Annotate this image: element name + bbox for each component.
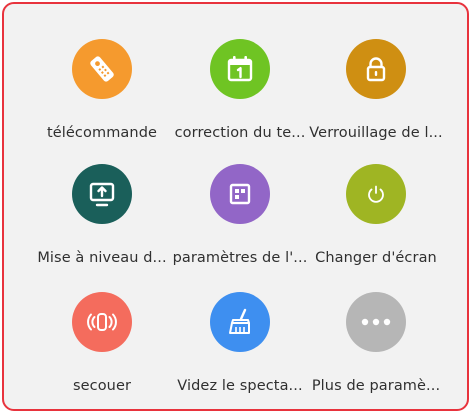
tile-changer-ecran[interactable]: Changer d'écran — [306, 164, 446, 266]
tile-label: Plus de paramè... — [311, 378, 441, 394]
tile-parametres[interactable]: paramètres de l'... — [170, 164, 310, 266]
shake-icon — [72, 292, 132, 352]
tile-label: correction du te... — [174, 125, 306, 141]
tile-mise-a-niveau[interactable]: Mise à niveau d... — [32, 164, 172, 266]
tile-secouer[interactable]: secouer — [32, 292, 172, 394]
power-icon — [346, 164, 406, 224]
tile-verrouillage[interactable]: Verrouillage de l... — [306, 39, 446, 141]
tile-label: secouer — [72, 378, 132, 394]
quick-settings-panel: télécommande correction du te... Verroui… — [2, 2, 469, 411]
broom-icon — [210, 292, 270, 352]
tile-label: paramètres de l'... — [172, 250, 308, 266]
upgrade-icon — [72, 164, 132, 224]
remote-control-icon — [72, 39, 132, 99]
calendar-icon — [210, 39, 270, 99]
tile-plus-de-parametres[interactable]: Plus de paramè... — [306, 292, 446, 394]
layout-grid-icon — [210, 164, 270, 224]
tile-label: télécommande — [46, 125, 158, 141]
tile-label: Mise à niveau d... — [37, 250, 167, 266]
quick-settings-grid: télécommande correction du te... Verroui… — [4, 4, 467, 409]
more-icon — [346, 292, 406, 352]
tile-label: Videz le specta... — [177, 378, 303, 394]
tile-videz[interactable]: Videz le specta... — [170, 292, 310, 394]
lock-icon — [346, 39, 406, 99]
tile-label: Changer d'écran — [315, 250, 437, 266]
tile-telecommande[interactable]: télécommande — [32, 39, 172, 141]
tile-correction[interactable]: correction du te... — [170, 39, 310, 141]
tile-label: Verrouillage de l... — [309, 125, 443, 141]
